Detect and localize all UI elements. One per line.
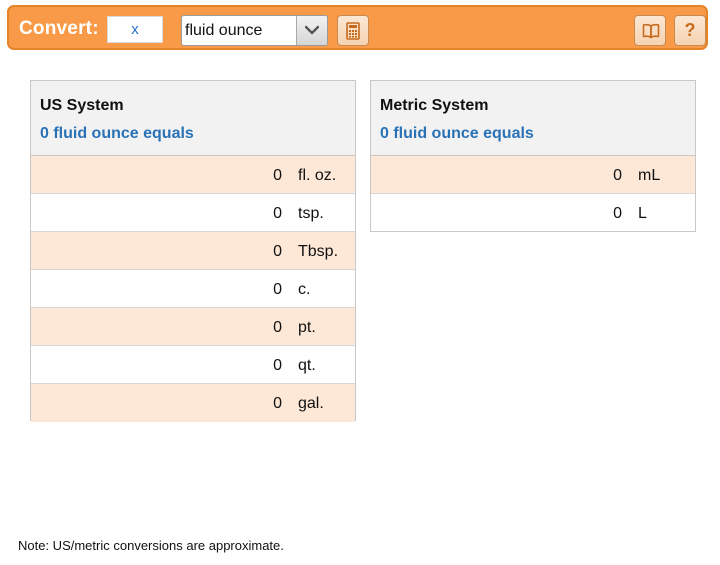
convert-label: Convert:: [19, 18, 99, 39]
result-unit: qt.: [298, 357, 316, 374]
metric-system-title: Metric System: [380, 97, 489, 114]
us-row-fl-oz: 0 fl. oz.: [31, 156, 355, 194]
book-icon: [642, 23, 660, 39]
unit-select[interactable]: fluid ounce: [181, 15, 328, 46]
us-row-cup: 0 c.: [31, 270, 355, 308]
us-row-tbsp: 0 Tbsp.: [31, 232, 355, 270]
metric-row-ml: 0 mL: [371, 156, 695, 194]
us-row-gallon: 0 gal.: [31, 384, 355, 422]
result-unit: fl. oz.: [298, 167, 337, 184]
metric-system-subtitle: 0 fluid ounce equals: [380, 125, 534, 142]
metric-system-panel: Metric System 0 fluid ounce equals 0 mL …: [370, 80, 696, 232]
result-unit: tsp.: [298, 205, 324, 222]
metric-row-l: 0 L: [371, 194, 695, 232]
result-unit: mL: [638, 167, 661, 184]
convert-toolbar: Convert: fluid ounce: [7, 5, 708, 50]
us-system-panel: US System 0 fluid ounce equals 0 fl. oz.…: [30, 80, 356, 422]
unit-select-value: fluid ounce: [185, 22, 263, 39]
calculator-icon: [346, 22, 360, 40]
result-value: 0: [273, 357, 282, 374]
result-value: 0: [273, 319, 282, 336]
reference-book-button[interactable]: [634, 15, 666, 46]
result-unit: Tbsp.: [298, 243, 339, 260]
us-system-header: US System 0 fluid ounce equals: [31, 81, 355, 156]
calculator-button[interactable]: [337, 15, 369, 46]
metric-system-header: Metric System 0 fluid ounce equals: [371, 81, 695, 156]
help-icon: ?: [684, 20, 696, 40]
result-value: 0: [273, 167, 282, 184]
us-row-quart: 0 qt.: [31, 346, 355, 384]
chevron-down-icon: [305, 25, 319, 35]
approximation-note: Note: US/metric conversions are approxim…: [18, 538, 284, 553]
converter-app: Convert: fluid ounce: [0, 0, 720, 565]
us-system-title: US System: [40, 97, 124, 114]
value-input[interactable]: [107, 16, 163, 43]
result-unit: gal.: [298, 395, 324, 412]
result-value: 0: [273, 395, 282, 412]
us-row-tsp: 0 tsp.: [31, 194, 355, 232]
result-value: 0: [273, 281, 282, 298]
result-value: 0: [273, 243, 282, 260]
dropdown-button[interactable]: [296, 16, 327, 45]
result-value: 0: [613, 205, 622, 222]
result-unit: c.: [298, 281, 311, 298]
result-value: 0: [273, 205, 282, 222]
result-unit: pt.: [298, 319, 316, 336]
help-button[interactable]: ?: [674, 15, 706, 46]
result-unit: L: [638, 205, 647, 222]
us-system-subtitle: 0 fluid ounce equals: [40, 125, 194, 142]
result-value: 0: [613, 167, 622, 184]
us-row-pint: 0 pt.: [31, 308, 355, 346]
